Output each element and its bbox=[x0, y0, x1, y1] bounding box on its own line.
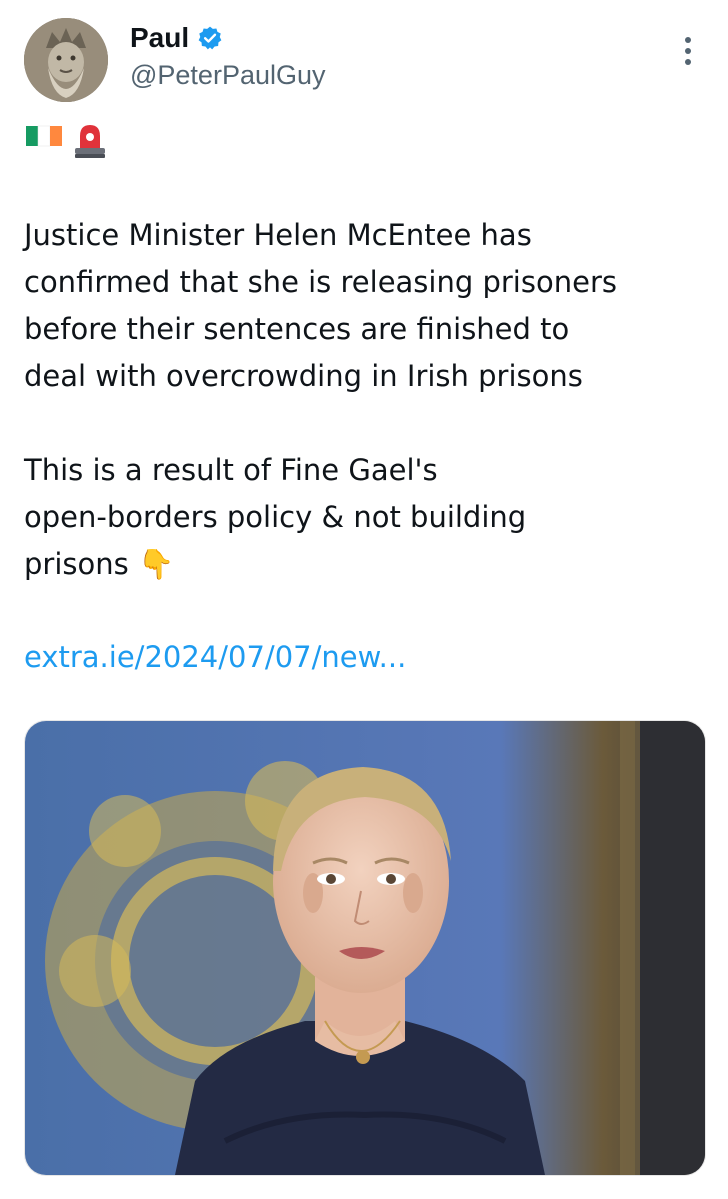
more-options-icon[interactable] bbox=[684, 36, 692, 66]
author-name-row[interactable]: Paul bbox=[130, 22, 223, 54]
author-display-name[interactable]: Paul bbox=[130, 22, 189, 54]
avatar-image bbox=[24, 18, 108, 102]
flag-ireland-icon bbox=[26, 125, 62, 147]
tweet-media-image[interactable] bbox=[24, 720, 706, 1176]
emoji-row bbox=[24, 120, 110, 160]
tweet-link[interactable]: extra.ie/2024/07/07/new... bbox=[24, 640, 406, 674]
author-handle[interactable]: @PeterPaulGuy bbox=[130, 60, 326, 91]
author-avatar[interactable] bbox=[24, 18, 108, 102]
tweet-text: Justice Minister Helen McEntee has confi… bbox=[24, 218, 617, 581]
verified-badge-icon bbox=[198, 26, 222, 50]
rotating-light-icon bbox=[75, 125, 105, 158]
photo-image bbox=[25, 721, 705, 1175]
